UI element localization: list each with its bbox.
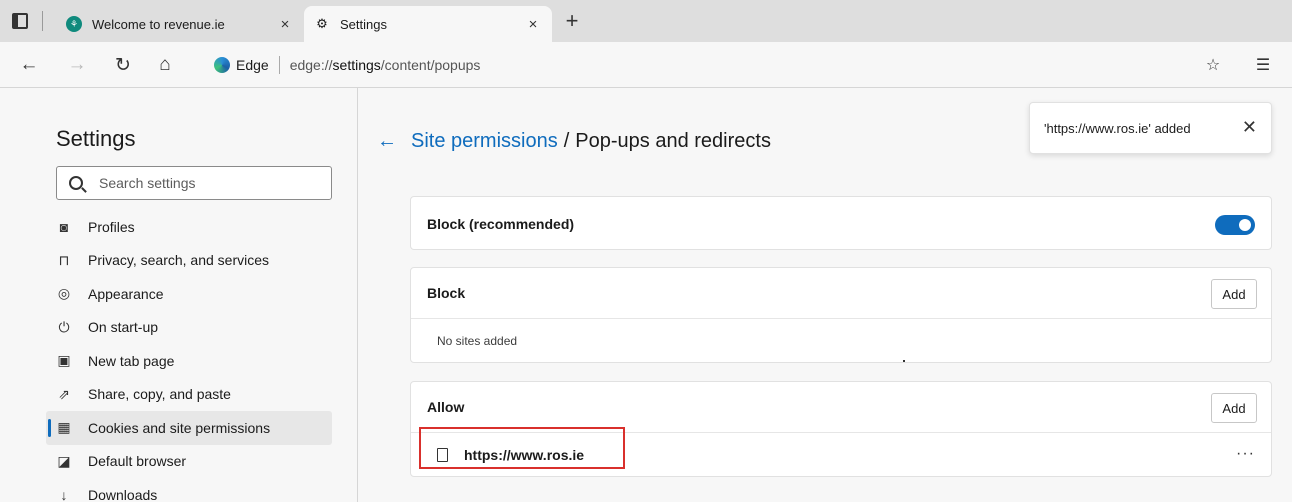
add-favorite-icon[interactable]: ☆ bbox=[1200, 52, 1226, 78]
allow-label: Allow bbox=[427, 399, 465, 415]
share-icon: ⇗ bbox=[58, 385, 70, 402]
power-icon: ⏻ bbox=[58, 318, 70, 335]
block-recommended-card: Block (recommended) bbox=[410, 196, 1272, 250]
new-tab-page-icon: ▣ bbox=[57, 352, 71, 369]
back-arrow-icon[interactable]: ← bbox=[16, 52, 42, 78]
notification-toast: 'https://www.ros.ie' added ✕ bbox=[1029, 102, 1272, 154]
settings-sidebar: Settings Search settings ◙ Profiles ⊓ Pr… bbox=[0, 88, 358, 502]
block-label: Block bbox=[427, 285, 466, 301]
search-placeholder: Search settings bbox=[99, 175, 196, 191]
sidebar-item-new-tab-page[interactable]: ▣ New tab page bbox=[46, 344, 332, 378]
tab-title: Welcome to revenue.ie bbox=[92, 16, 225, 32]
block-header: Block Add bbox=[411, 268, 1271, 318]
allow-header: Allow Add bbox=[411, 382, 1271, 432]
empty-text: No sites added bbox=[437, 334, 518, 348]
sidebar-item-label: Privacy, search, and services bbox=[88, 252, 270, 269]
cookies-icon: ▦ bbox=[57, 419, 71, 436]
back-arrow-icon[interactable]: ← bbox=[377, 130, 397, 153]
tab-actions-icon[interactable] bbox=[12, 13, 28, 29]
sidebar-item-label: New tab page bbox=[88, 352, 175, 369]
breadcrumb-separator: / bbox=[563, 130, 570, 152]
tab-title: Settings bbox=[340, 16, 387, 32]
sidebar-item-default-browser[interactable]: ◪ Default browser bbox=[46, 445, 332, 479]
breadcrumb-parent-link[interactable]: Site permissions bbox=[411, 130, 558, 153]
block-recommended-label: Block (recommended) bbox=[427, 216, 575, 232]
allow-add-button[interactable]: Add bbox=[1211, 393, 1257, 423]
home-icon[interactable]: ⌂ bbox=[152, 52, 178, 78]
sidebar-item-label: Default browser bbox=[88, 453, 187, 470]
block-empty-state: No sites added bbox=[411, 319, 1271, 363]
search-input[interactable]: Search settings bbox=[56, 166, 332, 200]
breadcrumb: ← Site permissions / Pop-ups and redirec… bbox=[377, 130, 771, 153]
tab-strip: ⚘ Welcome to revenue.ie × ⚙ Settings × + bbox=[0, 0, 1292, 42]
tab-revenue[interactable]: ⚘ Welcome to revenue.ie × bbox=[56, 6, 304, 42]
revenue-favicon-icon: ⚘ bbox=[66, 16, 82, 32]
block-card: Block Add No sites added bbox=[410, 267, 1272, 363]
sidebar-item-label: Profiles bbox=[88, 218, 135, 235]
settings-main: ← Site permissions / Pop-ups and redirec… bbox=[359, 88, 1292, 502]
more-options-icon[interactable]: ··· bbox=[1236, 445, 1255, 463]
sidebar-item-label: Cookies and site permissions bbox=[88, 419, 271, 436]
search-icon bbox=[69, 176, 83, 190]
forward-arrow-icon[interactable]: → bbox=[64, 52, 90, 78]
page-title: Pop-ups and redirects bbox=[575, 130, 771, 152]
tab-divider bbox=[42, 11, 43, 31]
url-text: edge://settings/content/popups bbox=[289, 57, 481, 73]
block-add-button[interactable]: Add bbox=[1211, 279, 1257, 309]
highlight-box bbox=[419, 427, 625, 469]
download-icon: ↓ bbox=[60, 486, 68, 502]
sidebar-item-label: On start-up bbox=[88, 319, 159, 336]
sidebar-item-label: Appearance bbox=[88, 285, 164, 302]
edge-logo-icon bbox=[214, 57, 230, 73]
new-tab-button[interactable]: + bbox=[560, 10, 584, 34]
palette-icon: ◎ bbox=[57, 285, 71, 302]
sidebar-item-appearance[interactable]: ◎ Appearance bbox=[46, 277, 332, 311]
tab-close-icon[interactable]: × bbox=[276, 16, 294, 33]
refresh-icon[interactable]: ↻ bbox=[110, 52, 136, 78]
tab-close-icon[interactable]: × bbox=[524, 16, 542, 33]
block-recommended-row: Block (recommended) bbox=[411, 197, 1271, 251]
sidebar-item-label: Downloads bbox=[88, 486, 158, 502]
settings-title: Settings bbox=[56, 126, 136, 151]
profile-icon: ◙ bbox=[59, 218, 69, 235]
sidebar-item-profiles[interactable]: ◙ Profiles bbox=[46, 210, 332, 244]
sidebar-item-share[interactable]: ⇗ Share, copy, and paste bbox=[46, 378, 332, 412]
sidebar-item-downloads[interactable]: ↓ Downloads bbox=[46, 478, 332, 502]
sidebar-item-privacy[interactable]: ⊓ Privacy, search, and services bbox=[46, 244, 332, 278]
lock-icon: ⊓ bbox=[58, 251, 70, 268]
block-recommended-toggle[interactable] bbox=[1215, 215, 1255, 235]
gear-icon: ⚙ bbox=[316, 16, 328, 31]
sidebar-item-cookies[interactable]: ▦ Cookies and site permissions bbox=[46, 411, 332, 445]
close-icon[interactable]: ✕ bbox=[1242, 117, 1257, 138]
default-browser-icon: ◪ bbox=[57, 452, 71, 469]
site-identity: Edge bbox=[236, 57, 269, 73]
settings-content: Settings Search settings ◙ Profiles ⊓ Pr… bbox=[0, 88, 1292, 502]
tab-settings[interactable]: ⚙ Settings × bbox=[304, 6, 552, 42]
stray-dot bbox=[903, 360, 905, 362]
address-bar[interactable]: Edge edge://settings/content/popups bbox=[200, 50, 1240, 80]
favorites-icon[interactable]: ☰ bbox=[1250, 52, 1276, 78]
settings-nav: ◙ Profiles ⊓ Privacy, search, and servic… bbox=[46, 210, 332, 502]
sidebar-item-label: Share, copy, and paste bbox=[88, 386, 231, 403]
toast-message: 'https://www.ros.ie' added bbox=[1044, 120, 1191, 136]
address-toolbar: ← → ↻ ⌂ Edge edge://settings/content/pop… bbox=[0, 42, 1292, 88]
sidebar-item-startup[interactable]: ⏻ On start-up bbox=[46, 311, 332, 345]
address-divider bbox=[278, 56, 280, 74]
